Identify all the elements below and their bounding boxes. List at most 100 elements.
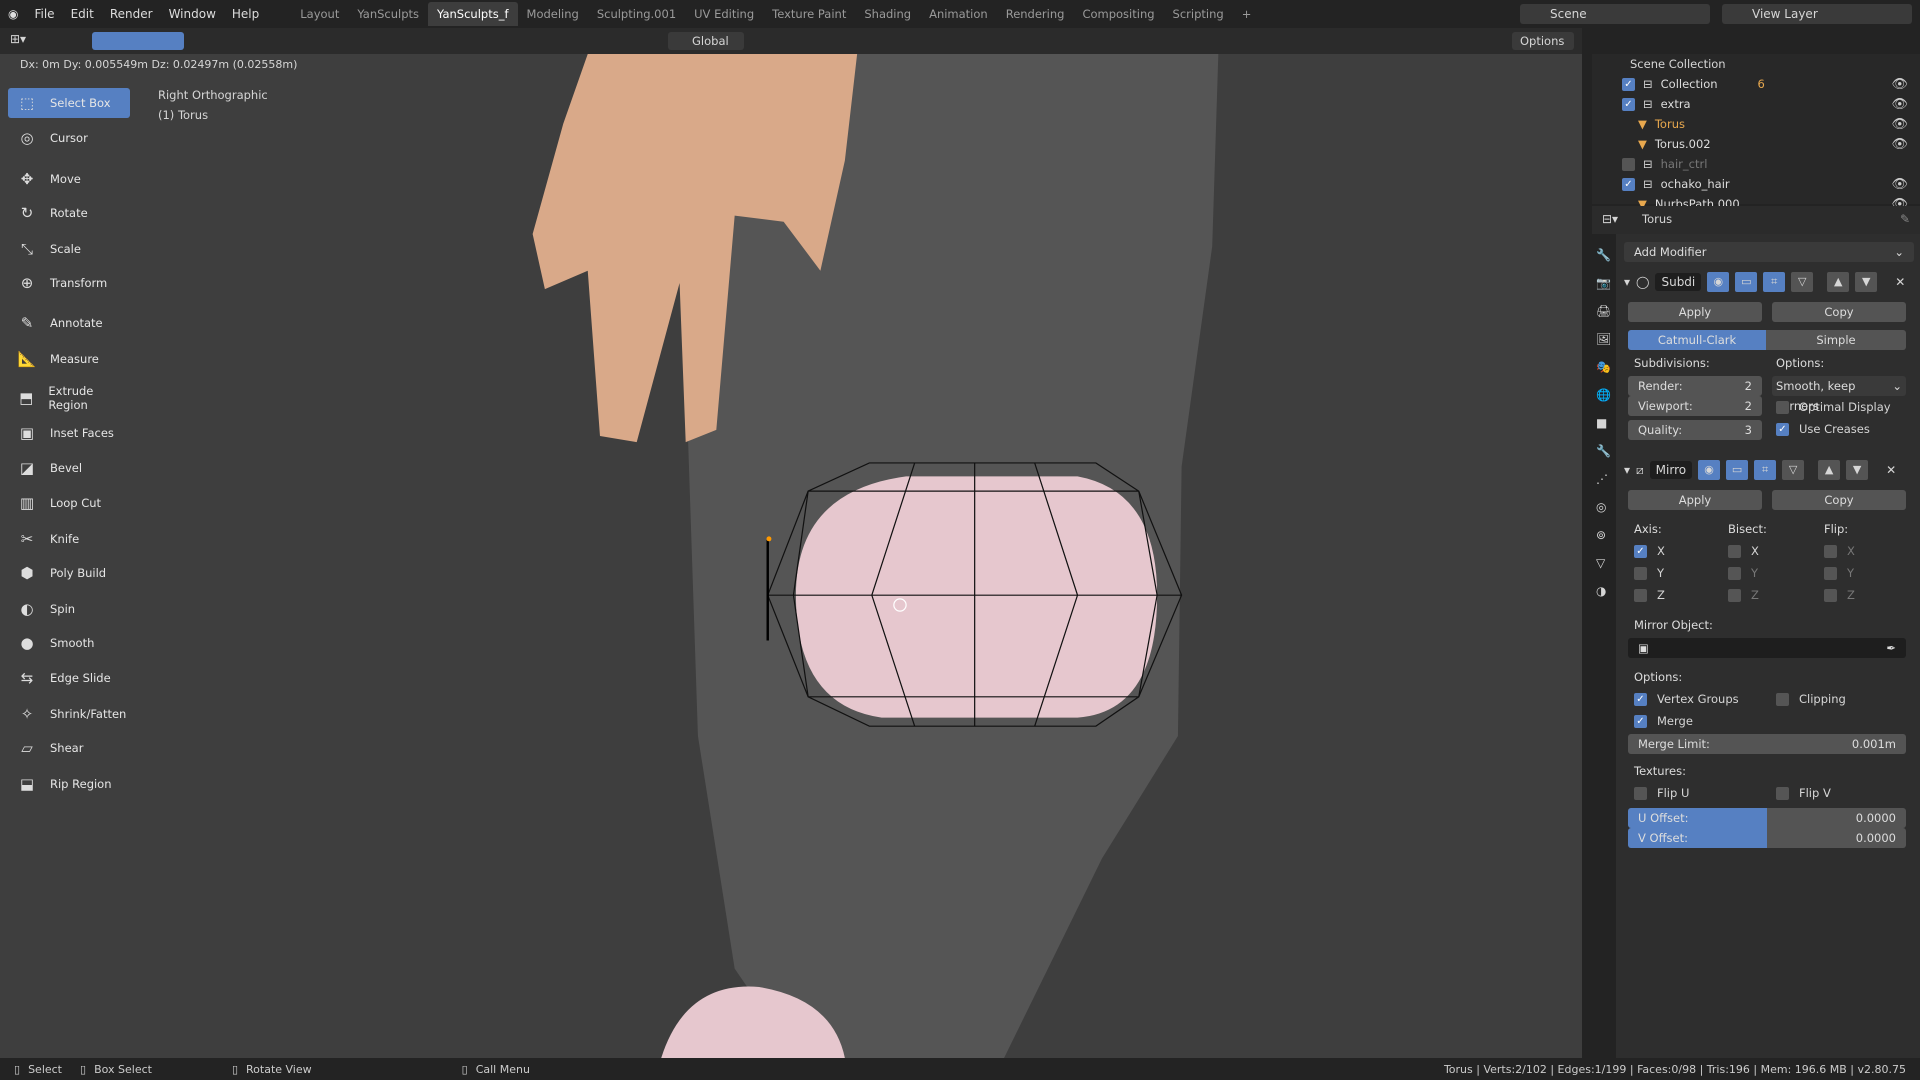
tool-edge-slide[interactable]: ⇆ Edge Slide	[8, 663, 130, 693]
tool-poly-build[interactable]: ⬢ Poly Build	[8, 558, 130, 588]
properties-tab-icon[interactable]: ⊚	[1596, 528, 1606, 542]
use-creases-checkbox[interactable]: ✓ Use Creases	[1776, 422, 1870, 436]
copy-button[interactable]: Copy	[1772, 302, 1906, 322]
tool-shrink-fatten[interactable]: ✧ Shrink/Fatten	[8, 699, 130, 729]
workspace-tab[interactable]: Modeling	[518, 2, 588, 26]
tool-loop-cut[interactable]: ▥ Loop Cut	[8, 488, 130, 518]
tool-rotate[interactable]: ↻ Rotate	[8, 198, 130, 228]
editor-type-icon[interactable]: ⊟▾	[1602, 212, 1618, 226]
editmode-toggle-icon[interactable]: ⌗	[1754, 460, 1777, 480]
tool-move[interactable]: ✥ Move	[8, 164, 130, 194]
simple-button[interactable]: Simple	[1766, 330, 1906, 350]
bisect-z-checkbox[interactable]: Z	[1728, 588, 1759, 602]
eye-icon[interactable]: 👁	[1891, 97, 1908, 112]
render-toggle-icon[interactable]: ◉	[1707, 272, 1730, 292]
viewport-toggle-icon[interactable]: ▭	[1735, 272, 1758, 292]
properties-tab-icon[interactable]: ◎	[1596, 500, 1606, 514]
menu-file[interactable]: File	[26, 7, 62, 21]
workspace-tab[interactable]: Scripting	[1164, 2, 1233, 26]
eye-icon[interactable]: 👁	[1891, 137, 1908, 152]
workspace-tab[interactable]: Shading	[855, 2, 920, 26]
workspace-tab[interactable]: YanSculpts_f	[428, 2, 518, 26]
tool-extrude-region[interactable]: ⬒ Extrude Region	[8, 383, 130, 413]
workspace-tab[interactable]: Sculpting.001	[588, 2, 685, 26]
axis-x-checkbox[interactable]: ✓ X	[1634, 544, 1665, 558]
eye-icon[interactable]: 👁	[1891, 177, 1908, 192]
outliner-item[interactable]: ⊟ hair_ctrl	[1592, 154, 1920, 174]
workspace-tab[interactable]: Compositing	[1073, 2, 1163, 26]
tool-spin[interactable]: ◐ Spin	[8, 594, 130, 624]
move-up-icon[interactable]: ▲	[1818, 460, 1841, 480]
flip-x-checkbox[interactable]: X	[1824, 544, 1855, 558]
editmode-toggle-icon[interactable]: ⌗	[1763, 272, 1786, 292]
mirror-object-field[interactable]: ▣ ✒	[1628, 638, 1906, 658]
modifier-name-field[interactable]: Subdi	[1655, 273, 1702, 291]
tool-smooth[interactable]: ● Smooth	[8, 628, 130, 658]
copy-button[interactable]: Copy	[1772, 490, 1906, 510]
merge-checkbox[interactable]: ✓ Merge	[1634, 714, 1693, 728]
outliner-item[interactable]: ▼ Torus.002 👁	[1592, 134, 1920, 154]
catmull-clark-button[interactable]: Catmull-Clark	[1628, 330, 1766, 350]
tool-scale[interactable]: ⤡ Scale	[8, 234, 130, 264]
properties-tab-icon[interactable]: 🌐	[1596, 388, 1611, 402]
workspace-tab[interactable]: UV Editing	[685, 2, 763, 26]
outliner-item[interactable]: ▼ Torus 👁	[1592, 114, 1920, 134]
properties-tab-icon[interactable]: ◑	[1596, 584, 1606, 598]
properties-tab-icon[interactable]: 🔧	[1596, 248, 1611, 262]
scene-selector[interactable]: Scene	[1520, 4, 1710, 24]
properties-tab-icon[interactable]: 🖼	[1596, 332, 1611, 346]
tool-transform[interactable]: ⊕ Transform	[8, 268, 130, 298]
outliner-item[interactable]: ✓ ⊟ extra 👁	[1592, 94, 1920, 114]
move-down-icon[interactable]: ▼	[1855, 272, 1878, 292]
cage-toggle-icon[interactable]: ▽	[1791, 272, 1814, 292]
3d-viewport[interactable]: Dx: 0m Dy: 0.005549m Dz: 0.02497m (0.025…	[0, 54, 1582, 1058]
bisect-y-checkbox[interactable]: Y	[1728, 566, 1758, 580]
clipping-checkbox[interactable]: Clipping	[1776, 692, 1846, 706]
options-dropdown[interactable]: Options	[1512, 32, 1574, 50]
properties-tab-icon[interactable]: ⋰	[1596, 472, 1608, 486]
move-up-icon[interactable]: ▲	[1827, 272, 1850, 292]
exclude-checkbox[interactable]: ✓	[1622, 177, 1635, 191]
close-icon[interactable]: ✕	[1895, 275, 1905, 289]
outliner-item[interactable]: ✓ ⊟ ochako_hair 👁	[1592, 174, 1920, 194]
close-icon[interactable]: ✕	[1886, 463, 1896, 477]
properties-tab-icon[interactable]: 🖨	[1596, 304, 1611, 318]
render-levels-field[interactable]: Render: 2	[1628, 376, 1762, 396]
cage-toggle-icon[interactable]: ▽	[1782, 460, 1805, 480]
modifier-name-field[interactable]: Mirro	[1649, 461, 1693, 479]
view-layer-selector[interactable]: View Layer	[1722, 4, 1912, 24]
workspace-tab[interactable]: +	[1233, 2, 1261, 26]
orientation-dropdown[interactable]: Global	[668, 32, 744, 50]
v-offset-field[interactable]: V Offset: 0.0000	[1628, 828, 1906, 848]
flip-z-checkbox[interactable]: Z	[1824, 588, 1855, 602]
tool-measure[interactable]: 📐 Measure	[8, 344, 130, 374]
merge-limit-field[interactable]: Merge Limit: 0.001m	[1628, 734, 1906, 754]
uv-smooth-dropdown[interactable]: Smooth, keep corners ⌄	[1772, 376, 1906, 413]
apply-button[interactable]: Apply	[1628, 490, 1762, 510]
flip-u-checkbox[interactable]: Flip U	[1634, 786, 1689, 800]
properties-tab-icon[interactable]: 🎭	[1596, 360, 1611, 374]
workspace-tab[interactable]: Animation	[920, 2, 997, 26]
collapse-icon[interactable]: ▾	[1624, 463, 1630, 477]
axis-y-checkbox[interactable]: Y	[1634, 566, 1664, 580]
apply-button[interactable]: Apply	[1628, 302, 1762, 322]
viewport-levels-field[interactable]: Viewport: 2	[1628, 396, 1762, 416]
tool-shear[interactable]: ▱ Shear	[8, 733, 130, 763]
optimal-display-checkbox[interactable]: Optimal Display	[1776, 400, 1891, 414]
flip-y-checkbox[interactable]: Y	[1824, 566, 1854, 580]
workspace-tab[interactable]: Texture Paint	[763, 2, 855, 26]
tool-annotate[interactable]: ✎ Annotate	[8, 308, 130, 338]
properties-tab-icon[interactable]: ▽	[1596, 556, 1605, 570]
menu-help[interactable]: Help	[224, 7, 267, 21]
exclude-checkbox[interactable]: ✓	[1622, 97, 1635, 111]
move-down-icon[interactable]: ▼	[1846, 460, 1869, 480]
editor-type-icon[interactable]: ⊞▾	[10, 32, 26, 46]
outliner-root[interactable]: Scene Collection	[1592, 54, 1920, 74]
bisect-x-checkbox[interactable]: X	[1728, 544, 1759, 558]
outliner-item[interactable]: ✓ ⊟ Collection 6 👁	[1592, 74, 1920, 94]
exclude-checkbox[interactable]	[1622, 157, 1635, 171]
tool-rip-region[interactable]: ⬓ Rip Region	[8, 769, 130, 799]
exclude-checkbox[interactable]: ✓	[1622, 77, 1635, 91]
menu-window[interactable]: Window	[161, 7, 224, 21]
workspace-tab[interactable]: Layout	[291, 2, 348, 26]
